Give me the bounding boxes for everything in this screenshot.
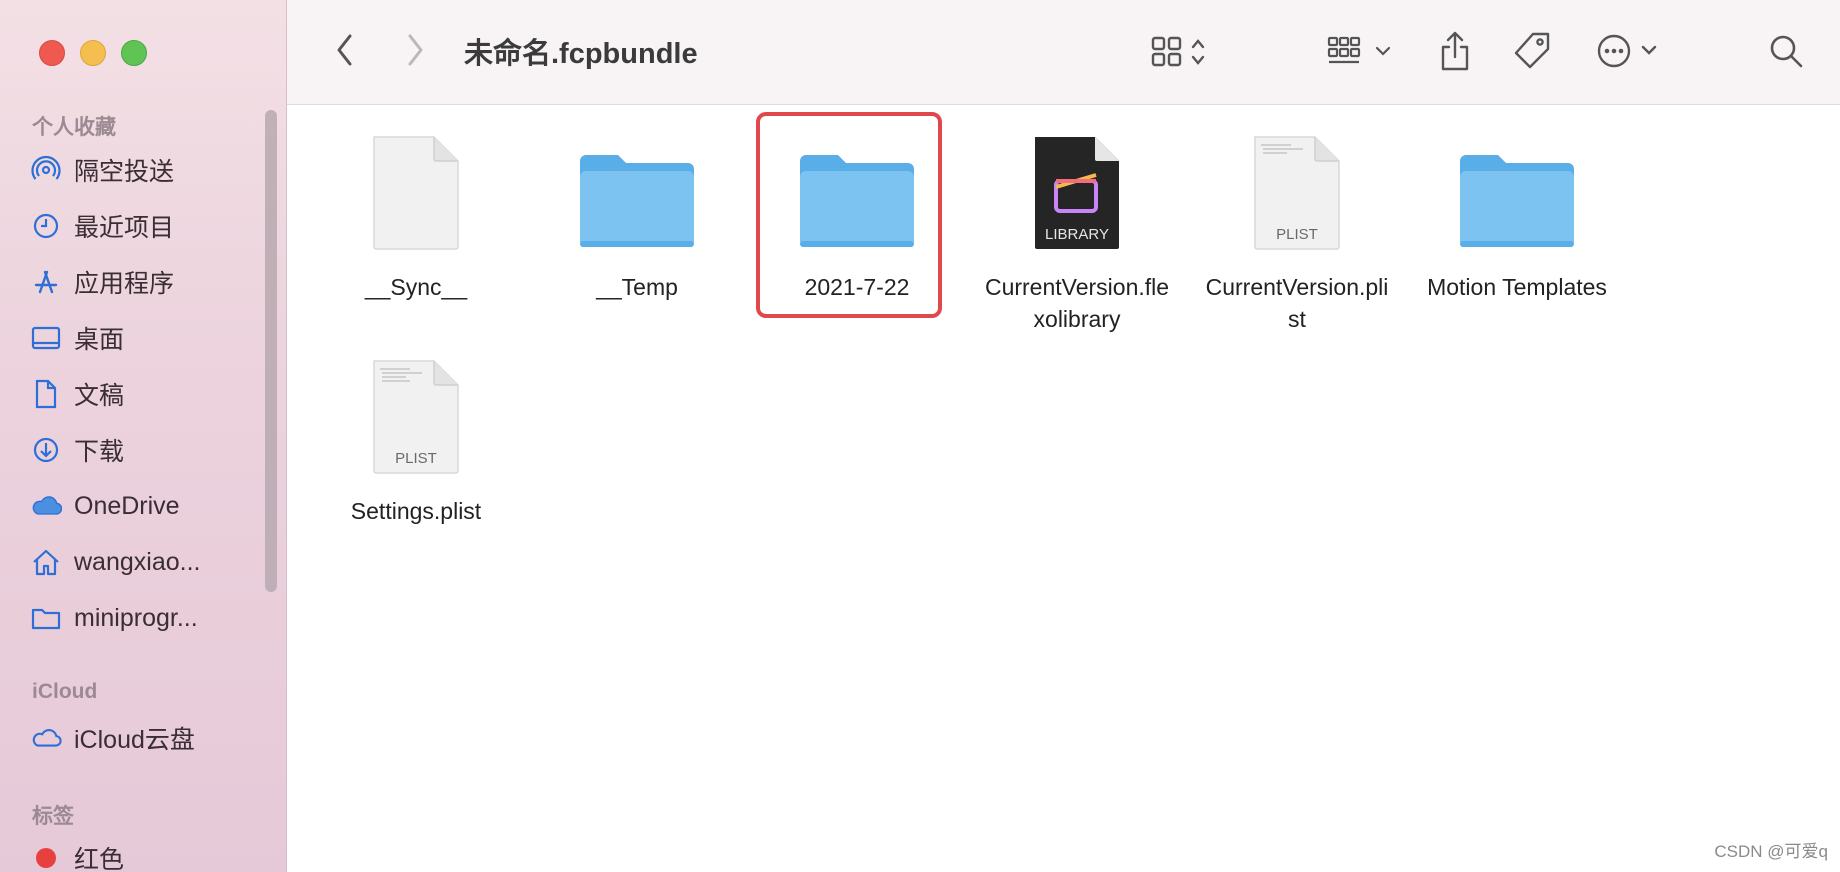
file-grid: __Sync__ __Temp 2021-7-22 LIBRARY Curren…	[287, 105, 1840, 872]
share-icon	[1441, 31, 1469, 71]
fcp-library-icon: LIBRARY	[1031, 135, 1123, 256]
folder-icon	[576, 149, 698, 258]
sidebar-item-home[interactable]: wangxiao...	[30, 542, 270, 582]
file-item-settings-plist[interactable]: PLIST Settings.plist	[306, 359, 526, 529]
cloud-icon	[30, 490, 62, 522]
chevron-right-icon	[408, 34, 423, 66]
sidebar-item-label: 应用程序	[74, 270, 175, 298]
file-name: Settings.plist	[350, 498, 482, 524]
file-name: __Sync__	[364, 274, 468, 300]
sidebar-item-documents[interactable]: 文稿	[30, 374, 270, 414]
ellipsis-circle-icon	[1597, 34, 1657, 68]
share-button[interactable]	[1435, 28, 1475, 74]
sidebar-item-label: OneDrive	[74, 491, 180, 520]
sidebar: 个人收藏 隔空投送 最近项目 应用程序 桌面 文稿 下载 OneDrive wa…	[0, 0, 287, 872]
file-item-currentversion-flexolibrary[interactable]: LIBRARY CurrentVersion.fle xolibrary	[967, 135, 1187, 335]
search-icon	[1770, 35, 1803, 68]
tags-button[interactable]	[1510, 28, 1554, 74]
file-name-line: xolibrary	[1033, 306, 1121, 332]
sidebar-item-label: wangxiao...	[74, 547, 201, 576]
file-name: Motion Templates	[1427, 274, 1607, 300]
sidebar-item-recents[interactable]: 最近项目	[30, 206, 270, 246]
favorites-header: 个人收藏	[32, 116, 116, 139]
sidebar-item-label: iCloud云盘	[74, 726, 195, 754]
sidebar-item-onedrive[interactable]: OneDrive	[30, 486, 270, 526]
library-badge: LIBRARY	[1045, 226, 1109, 243]
icon-grid-view-icon	[1151, 36, 1205, 67]
close-window-button[interactable]	[39, 40, 65, 66]
document-icon	[30, 378, 62, 410]
chevron-left-icon	[337, 34, 352, 66]
toolbar: 未命名.fcpbundle	[287, 0, 1840, 105]
sidebar-item-label: 桌面	[74, 326, 125, 354]
file-item-temp[interactable]: __Temp	[527, 135, 747, 305]
clock-icon	[30, 210, 62, 242]
plist-document-icon: PLIST	[1251, 135, 1343, 256]
folder-icon	[1456, 149, 1578, 258]
back-button[interactable]	[327, 30, 363, 70]
group-by-icon	[1327, 36, 1391, 64]
sidebar-scrollbar[interactable]	[265, 110, 277, 592]
zoom-window-button[interactable]	[121, 40, 147, 66]
plist-document-icon: PLIST	[370, 359, 462, 480]
home-icon	[30, 546, 62, 578]
window-title: 未命名.fcpbundle	[464, 38, 698, 70]
desktop-icon	[30, 322, 62, 354]
folder-icon	[30, 602, 62, 634]
file-name: CurrentVersion.pli st	[1187, 271, 1407, 335]
file-item-sync[interactable]: __Sync__	[306, 135, 526, 305]
tags-header: 标签	[32, 805, 74, 828]
file-item-currentversion-plist[interactable]: PLIST CurrentVersion.pli st	[1187, 135, 1407, 335]
plist-badge: PLIST	[395, 450, 437, 467]
file-item-motion-templates[interactable]: Motion Templates	[1407, 135, 1627, 305]
sidebar-item-applications[interactable]: 应用程序	[30, 262, 270, 302]
sidebar-item-folder[interactable]: miniprogr...	[30, 598, 270, 638]
sidebar-item-desktop[interactable]: 桌面	[30, 318, 270, 358]
sidebar-item-tag-red[interactable]: 红色	[30, 838, 270, 872]
blank-document-icon	[370, 135, 462, 256]
group-button[interactable]	[1325, 30, 1399, 74]
watermark: CSDN @可爱q	[1714, 842, 1828, 861]
plist-badge: PLIST	[1276, 226, 1318, 243]
search-button[interactable]	[1765, 28, 1807, 74]
file-name-line: CurrentVersion.fle	[984, 274, 1170, 300]
airdrop-icon	[30, 154, 62, 186]
red-tag-dot-icon	[30, 842, 62, 872]
download-icon	[30, 434, 62, 466]
finder-window: 个人收藏 隔空投送 最近项目 应用程序 桌面 文稿 下载 OneDrive wa…	[0, 0, 1840, 872]
applications-icon	[30, 266, 62, 298]
file-name: CurrentVersion.fle xolibrary	[967, 271, 1187, 335]
file-name: __Temp	[596, 274, 678, 300]
more-actions-button[interactable]	[1593, 28, 1669, 74]
sidebar-item-label: 隔空投送	[74, 158, 175, 186]
icloud-header: iCloud	[32, 680, 98, 703]
sidebar-item-label: miniprogr...	[74, 603, 198, 632]
icloud-icon	[30, 722, 62, 754]
file-name-line: CurrentVersion.pli	[1205, 274, 1389, 300]
tag-icon	[1514, 32, 1550, 69]
selection-highlight-box	[756, 112, 942, 318]
sidebar-item-label: 红色	[74, 846, 125, 872]
sidebar-item-icloud-drive[interactable]: iCloud云盘	[30, 718, 270, 758]
sidebar-item-label: 下载	[74, 438, 125, 466]
view-mode-button[interactable]	[1149, 30, 1219, 74]
sidebar-item-label: 最近项目	[74, 214, 175, 242]
forward-button[interactable]	[397, 30, 433, 70]
minimize-window-button[interactable]	[80, 40, 106, 66]
file-name-line: st	[1288, 306, 1306, 332]
sidebar-item-label: 文稿	[74, 382, 125, 410]
sidebar-item-airdrop[interactable]: 隔空投送	[30, 150, 270, 190]
sidebar-item-downloads[interactable]: 下载	[30, 430, 270, 470]
